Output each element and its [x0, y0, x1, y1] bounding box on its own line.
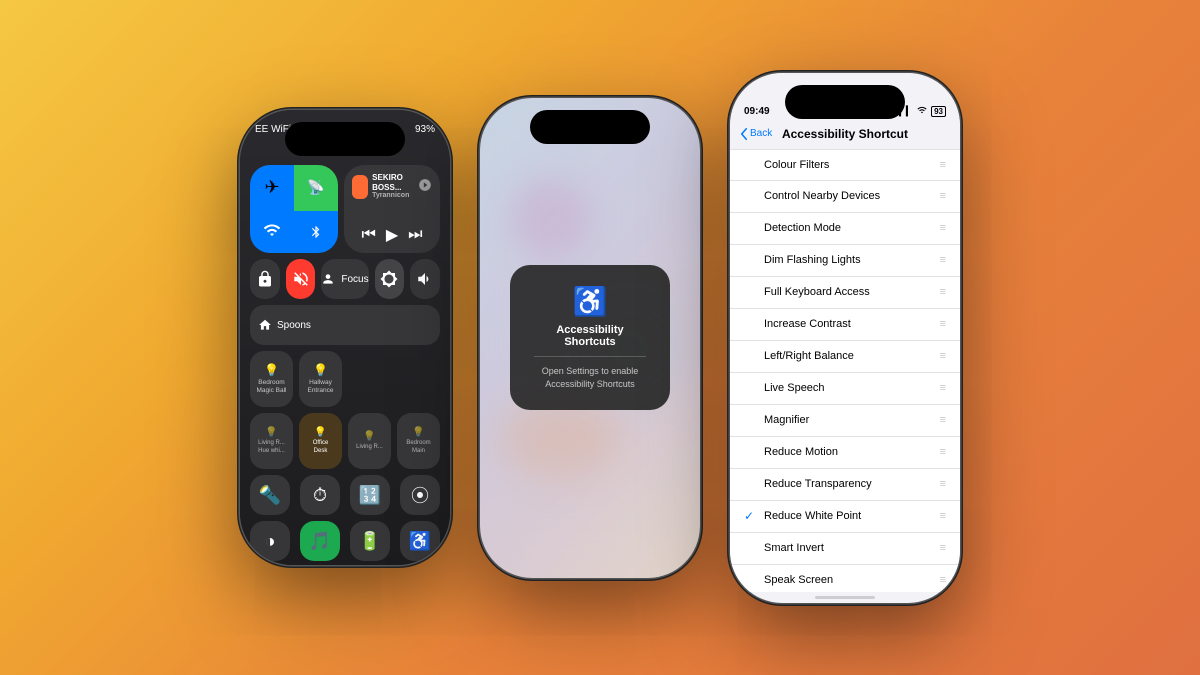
control-center-screen: EE WiFiCall 93% ✈ 📡: [240, 110, 450, 565]
dark-mode-btn[interactable]: ◑: [250, 521, 290, 561]
popup-divider: [534, 356, 646, 357]
hk-hallway[interactable]: 💡 HallwayEntrance: [299, 351, 342, 407]
item-colour-filters[interactable]: Colour Filters ≡: [730, 149, 960, 181]
wifi-icon: [916, 106, 928, 116]
popup-title: Accessibility Shortcuts: [534, 324, 646, 348]
screen-lock-btn[interactable]: [250, 259, 280, 299]
settings-nav: Back Accessibility Shortcut: [730, 123, 960, 149]
item-smart-invert[interactable]: Smart Invert ≡: [730, 533, 960, 565]
shazam-btn[interactable]: 🎵: [300, 521, 340, 561]
item-magnifier[interactable]: Magnifier ≡: [730, 405, 960, 437]
song-title: SEKIRO BOSS...: [372, 173, 414, 192]
music-tile[interactable]: SEKIRO BOSS... Tyrannicon ⏮ ▶ ⏭: [344, 165, 440, 253]
timer-btn[interactable]: ⏱: [300, 475, 340, 515]
wifi-btn[interactable]: [250, 211, 294, 254]
item-reduce-white-point[interactable]: ✓ Reduce White Point ≡: [730, 501, 960, 533]
hk-livingroom1[interactable]: 💡 Living R...Hue whi...: [250, 413, 293, 469]
prev-btn[interactable]: ⏮: [361, 226, 375, 244]
next-btn[interactable]: ⏭: [408, 226, 422, 244]
phone-3: 09:49 ▎▎▎ 93 Back Accessibility Shortcut: [730, 73, 960, 603]
hk-lr1-label: Living R...Hue whi...: [258, 440, 285, 454]
hk-lr2-label: Living R...: [356, 444, 383, 451]
calculator-btn[interactable]: 🔢: [350, 475, 390, 515]
hk-bm-label: BedroomMain: [406, 440, 430, 454]
home-tile[interactable]: Spoons: [250, 305, 440, 345]
play-btn[interactable]: ▶: [386, 225, 398, 245]
settings-screen: 09:49 ▎▎▎ 93 Back Accessibility Shortcut: [730, 73, 960, 603]
accessibility-btn[interactable]: ♿: [400, 521, 440, 561]
item-live-speech[interactable]: Live Speech ≡: [730, 373, 960, 405]
mute-btn[interactable]: [286, 259, 316, 299]
item-control-nearby[interactable]: Control Nearby Devices ≡: [730, 181, 960, 213]
page-title: Accessibility Shortcut: [782, 127, 908, 141]
dynamic-island-1: [285, 122, 405, 156]
settings-time: 09:49: [744, 106, 770, 117]
item-reduce-motion[interactable]: Reduce Motion ≡: [730, 437, 960, 469]
brightness-btn[interactable]: [375, 259, 405, 299]
hk-office-label: OfficeDesk: [313, 440, 329, 454]
hk-hallway-label: HallwayEntrance: [307, 379, 333, 395]
artist-name: Tyrannicon: [372, 192, 414, 200]
item-reduce-transparency[interactable]: Reduce Transparency ≡: [730, 469, 960, 501]
accessibility-shortcut-list[interactable]: Colour Filters ≡ Control Nearby Devices …: [730, 149, 960, 592]
airdrop-btn[interactable]: 📡: [294, 165, 338, 211]
hk-bedroom-main[interactable]: 💡 BedroomMain: [397, 413, 440, 469]
music-controls[interactable]: ⏮ ▶ ⏭: [352, 225, 432, 245]
item-increase-contrast[interactable]: Increase Contrast ≡: [730, 309, 960, 341]
home-label: Spoons: [277, 320, 311, 331]
hk-office[interactable]: 💡 OfficeDesk: [299, 413, 342, 469]
focus-label: Focus: [341, 274, 368, 285]
dynamic-island-3: [785, 85, 905, 119]
item-lr-balance[interactable]: Left/Right Balance ≡: [730, 341, 960, 373]
item-full-keyboard[interactable]: Full Keyboard Access ≡: [730, 277, 960, 309]
item-dim-flashing[interactable]: Dim Flashing Lights ≡: [730, 245, 960, 277]
camera-btn[interactable]: ⦿: [400, 475, 440, 515]
checkmark-reduce-white-point: ✓: [744, 509, 758, 523]
connectivity-tile[interactable]: ✈ 📡: [250, 165, 338, 253]
focus-tile[interactable]: Focus: [321, 259, 368, 299]
popup-description: Open Settings to enableAccessibility Sho…: [534, 365, 646, 390]
drag-colour-filters: ≡: [940, 159, 946, 171]
item-speak-screen[interactable]: Speak Screen ≡: [730, 565, 960, 592]
phone-2: ♿ Accessibility Shortcuts Open Settings …: [480, 98, 700, 578]
accessibility-popup: ♿ Accessibility Shortcuts Open Settings …: [510, 265, 670, 410]
hk-spacer: [348, 351, 391, 407]
dynamic-island-2: [530, 110, 650, 144]
accessibility-popup-screen: ♿ Accessibility Shortcuts Open Settings …: [480, 98, 700, 578]
volume-btn[interactable]: [410, 259, 440, 299]
battery-label: 93%: [415, 124, 435, 135]
battery-btn[interactable]: 🔋: [350, 521, 390, 561]
scroll-indicator: [815, 596, 875, 599]
phone-1: EE WiFiCall 93% ✈ 📡: [240, 110, 450, 565]
hk-bedroom[interactable]: 💡 BedroomMagic Ball: [250, 351, 293, 407]
airplane-btn[interactable]: ✈: [250, 165, 294, 211]
back-label: Back: [750, 128, 772, 139]
hk-spacer2: [397, 351, 440, 407]
hk-bedroom-label: BedroomMagic Ball: [257, 379, 287, 395]
hk-livingroom2[interactable]: 💡 Living R...: [348, 413, 391, 469]
bluetooth-btn[interactable]: [294, 211, 338, 254]
flashlight-btn[interactable]: 🔦: [250, 475, 290, 515]
music-album-art: [352, 175, 368, 199]
popup-icon: ♿: [534, 285, 646, 318]
battery-icon: 93: [931, 106, 946, 117]
back-button[interactable]: Back: [740, 128, 772, 140]
item-detection-mode[interactable]: Detection Mode ≡: [730, 213, 960, 245]
